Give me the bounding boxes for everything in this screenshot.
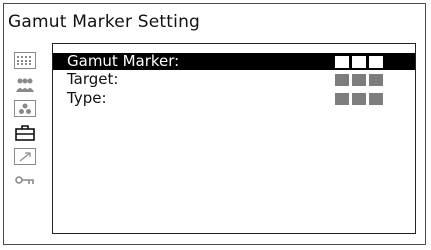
value-placeholder [335,56,383,68]
users-icon[interactable] [14,76,36,93]
menu-item-gamut-marker[interactable]: Gamut Marker: [53,53,415,70]
key-icon[interactable] [14,172,36,189]
menu-item-type[interactable]: Type: [53,90,415,107]
menu-item-label: Target: [67,70,119,88]
grid-icon[interactable] [14,52,36,69]
export-arrow-icon[interactable] [14,148,36,165]
sidebar [14,52,40,196]
page-title: Gamut Marker Setting [8,12,201,32]
color-dots-icon[interactable] [14,100,36,117]
value-placeholder [335,74,383,86]
menu-item-label: Gamut Marker: [67,52,180,70]
value-placeholder [335,93,383,105]
menu-item-label: Type: [67,89,107,107]
toolbox-icon[interactable] [14,124,36,141]
menu-item-target[interactable]: Target: [53,71,415,88]
